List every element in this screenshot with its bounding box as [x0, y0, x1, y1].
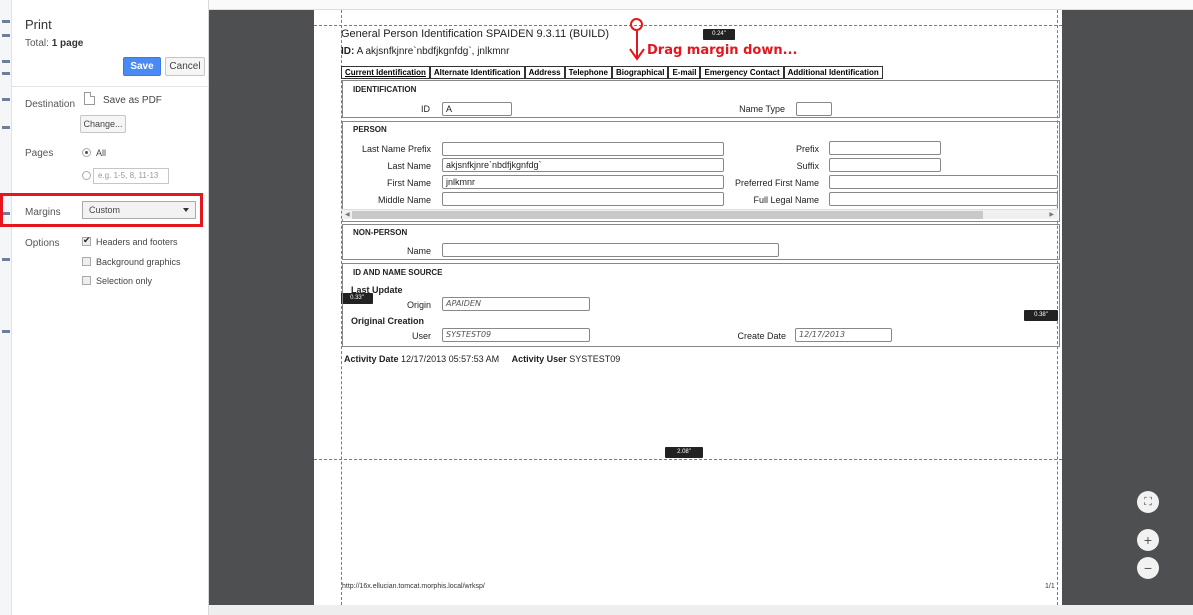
- full-legal-name-field[interactable]: [829, 192, 1058, 206]
- headers-footers-checkbox[interactable]: [82, 235, 91, 246]
- prefix-label: Prefix: [795, 144, 819, 154]
- activity-date-label: Activity Date: [344, 354, 399, 364]
- last-name-field[interactable]: akjsnfkjnre`nbdfjkgnfdg`: [442, 158, 724, 172]
- pages-all-radio[interactable]: [82, 148, 91, 157]
- non-person-heading: NON-PERSON: [353, 228, 408, 237]
- change-destination-button[interactable]: Change...: [80, 115, 126, 133]
- selection-only-checkbox[interactable]: [82, 276, 91, 285]
- print-preview-window: Print Total: 1 page Save Cancel Destinat…: [0, 0, 1193, 615]
- id-label: ID:: [341, 46, 355, 57]
- first-name-field[interactable]: jnlkmnr: [442, 175, 724, 189]
- bottom-margin-tag: 2.08": [665, 447, 703, 458]
- tab-current-identification[interactable]: Current Identification: [341, 66, 430, 78]
- middle-name-field[interactable]: [442, 192, 724, 206]
- horizontal-scrollbar[interactable]: ◀ ▶: [342, 209, 1058, 219]
- top-margin-guide[interactable]: [314, 25, 1062, 26]
- scroll-thumb[interactable]: [352, 211, 983, 219]
- origin-label: Origin: [406, 300, 431, 310]
- scroll-left-icon[interactable]: ◀: [345, 210, 350, 220]
- id-field[interactable]: A: [442, 102, 512, 116]
- user-label: User: [411, 331, 431, 341]
- print-title: Print: [25, 17, 52, 32]
- activity-info: Activity Date 12/17/2013 05:57:53 AM Act…: [344, 354, 620, 364]
- zoom-out-button[interactable]: −: [1137, 557, 1159, 579]
- name-type-label: Name Type: [739, 104, 785, 114]
- preferred-first-name-label: Preferred First Name: [734, 178, 819, 188]
- tab-bar: Current Identification Alternate Identif…: [341, 66, 883, 79]
- scroll-right-icon[interactable]: ▶: [1049, 210, 1054, 220]
- background-app-strip: [0, 0, 12, 615]
- total-value: 1 page: [51, 38, 84, 49]
- non-person-name-field[interactable]: [442, 243, 779, 257]
- id-field-label: ID: [421, 104, 430, 114]
- preferred-first-name-field[interactable]: [829, 175, 1058, 189]
- pages-custom-radio[interactable]: [82, 171, 91, 180]
- suffix-field[interactable]: [829, 158, 941, 172]
- non-person-name-label: Name: [406, 246, 431, 256]
- tab-telephone[interactable]: Telephone: [564, 66, 613, 78]
- options-label: Options: [25, 238, 60, 249]
- total-label: Total:: [25, 38, 49, 49]
- zoom-in-button[interactable]: +: [1137, 529, 1159, 551]
- id-value: A akjsnfkjnre`nbdfjkgnfdg`, jnlkmnr: [356, 46, 510, 57]
- create-date-field: 12/17/2013: [795, 328, 892, 342]
- first-name-label: First Name: [386, 178, 431, 188]
- tab-biographical[interactable]: Biographical: [612, 66, 669, 78]
- person-heading: PERSON: [353, 125, 387, 134]
- suffix-label: Suffix: [796, 161, 819, 171]
- drag-handle-highlight: [630, 18, 643, 31]
- print-settings-panel: Print Total: 1 page Save Cancel Destinat…: [0, 0, 209, 615]
- background-graphics-checkbox[interactable]: [82, 257, 91, 266]
- destination-value: Save as PDF: [103, 95, 162, 106]
- name-type-field[interactable]: [796, 102, 832, 116]
- fit-to-page-button[interactable]: ⛶: [1137, 491, 1159, 513]
- last-update-heading: Last Update: [351, 285, 403, 295]
- bottom-margin-guide[interactable]: [314, 459, 1062, 460]
- selection-only-label: Selection only: [96, 276, 153, 286]
- source-heading: ID AND NAME SOURCE: [353, 268, 443, 277]
- create-date-label: Create Date: [737, 331, 786, 341]
- highlight-box: [0, 193, 203, 227]
- footer-page-number: 1/1: [1045, 583, 1055, 590]
- activity-user-label: Activity User: [511, 354, 567, 364]
- page-total: Total: 1 page: [25, 38, 83, 49]
- last-name-prefix-field[interactable]: [442, 142, 724, 156]
- top-strip: [209, 0, 1193, 10]
- headers-footers-label: Headers and footers: [96, 237, 178, 247]
- last-name-label: Last Name: [387, 161, 431, 171]
- arrow-down-icon: [629, 31, 645, 61]
- user-field: SYSTEST09: [442, 328, 590, 342]
- tab-additional-identification[interactable]: Additional Identification: [783, 66, 883, 78]
- background-graphics-label: Background graphics: [96, 257, 181, 267]
- last-name-prefix-label: Last Name Prefix: [361, 144, 431, 154]
- full-legal-name-label: Full Legal Name: [753, 195, 819, 205]
- pdf-file-icon: [84, 92, 95, 105]
- pages-range-input[interactable]: e.g. 1-5, 8, 11-13: [93, 168, 169, 184]
- document-id-line: ID: A akjsnfkjnre`nbdfjkgnfdg`, jnlkmnr: [341, 46, 509, 57]
- middle-name-label: Middle Name: [377, 195, 431, 205]
- pages-all-label: All: [96, 148, 107, 158]
- pages-label: Pages: [25, 148, 54, 159]
- footer-url: http://16x.ellucian.tomcat.morphis.local…: [342, 583, 485, 590]
- activity-user-value: SYSTEST09: [569, 354, 621, 364]
- save-button[interactable]: Save: [123, 57, 161, 76]
- activity-date-value: 12/17/2013 05:57:53 AM: [401, 354, 500, 364]
- identification-heading: IDENTIFICATION: [353, 85, 417, 94]
- document-title: General Person Identification SPAIDEN 9.…: [341, 28, 609, 40]
- tab-address[interactable]: Address: [524, 66, 565, 78]
- prefix-field[interactable]: [829, 141, 941, 155]
- top-margin-tag: 0.24": [703, 29, 735, 40]
- tab-email[interactable]: E-mail: [668, 66, 701, 78]
- original-creation-heading: Original Creation: [351, 316, 425, 326]
- tab-alternate-identification[interactable]: Alternate Identification: [429, 66, 525, 78]
- divider: [12, 86, 209, 87]
- annotation-text: Drag margin down...: [647, 43, 798, 58]
- tab-emergency-contact[interactable]: Emergency Contact: [700, 66, 784, 78]
- origin-field: APAIDEN: [442, 297, 590, 311]
- bottom-strip: [209, 605, 1193, 615]
- cancel-button[interactable]: Cancel: [165, 57, 205, 76]
- destination-label: Destination: [25, 99, 76, 110]
